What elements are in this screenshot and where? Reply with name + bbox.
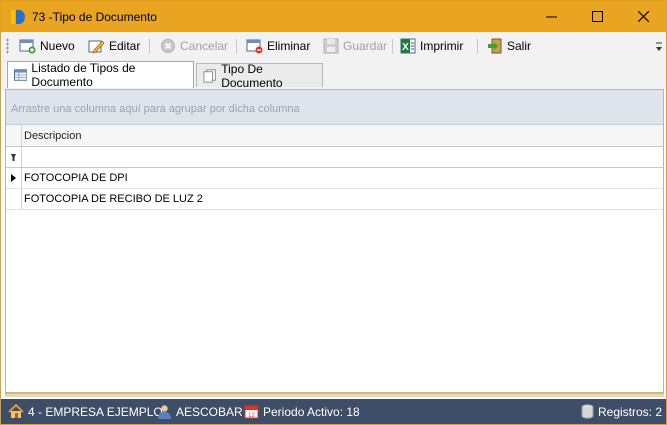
toolbar-grip[interactable] (6, 38, 9, 54)
cancel-button[interactable]: Cancelar (160, 36, 228, 56)
exit-button-label: Salir (507, 39, 532, 53)
toolbar-separator (149, 39, 150, 54)
group-by-hint: Arrastre una columna aquí para agrupar p… (11, 103, 300, 115)
table-row[interactable]: FOTOCOPIA DE DPI (6, 168, 663, 189)
toolbar: Nuevo Editar Cancelar Eliminar Guardar X… (1, 32, 666, 60)
row-indicator-cell (6, 168, 22, 188)
toolbar-overflow-icon[interactable] (655, 41, 663, 53)
app-logo-icon (9, 9, 25, 25)
tab-listado-label: Listado de Tipos de Documento (31, 61, 136, 89)
filter-input-descripcion[interactable] (23, 147, 663, 167)
header-indicator-cell (6, 125, 22, 146)
row-indicator-cell (6, 189, 22, 209)
user-icon (158, 405, 171, 419)
document-pages-icon (203, 68, 216, 83)
print-button[interactable]: X Imprimir (400, 36, 463, 56)
grid-list-icon (14, 69, 28, 81)
new-button-label: Nuevo (40, 39, 75, 53)
save-disk-icon (323, 38, 339, 54)
home-icon (8, 404, 24, 418)
title-bar[interactable]: 73 -Tipo de Documento (1, 1, 666, 32)
filter-pin-icon (11, 153, 16, 161)
edit-button[interactable]: Editar (88, 36, 140, 56)
content-bottom-border (5, 393, 664, 397)
group-by-panel[interactable]: Arrastre una columna aquí para agrupar p… (6, 90, 663, 125)
tab-tipo-documento-label: Tipo De Documento (221, 61, 283, 90)
status-period[interactable]: 12 Periodo Activo: 18 (244, 404, 360, 419)
minimize-icon (545, 16, 557, 18)
toolbar-separator (392, 39, 393, 54)
status-user[interactable]: AESCOBAR (157, 404, 243, 419)
status-user-text: AESCOBAR (176, 404, 243, 419)
maximize-button[interactable] (574, 1, 620, 32)
print-button-label: Imprimir (420, 39, 464, 53)
column-header-descripcion[interactable]: Descripcion (24, 130, 81, 142)
delete-button[interactable]: Eliminar (246, 36, 310, 56)
edit-pencil-icon (88, 40, 105, 54)
delete-record-icon (246, 39, 263, 54)
cancel-icon (161, 39, 175, 53)
edit-button-label: Editar (109, 39, 141, 53)
delete-button-label: Eliminar (267, 39, 311, 53)
exit-button[interactable]: Salir (487, 36, 531, 56)
window-title: 73 -Tipo de Documento (32, 10, 157, 24)
tab-listado[interactable]: Listado de Tipos de Documento (7, 61, 194, 89)
filter-indicator-cell (6, 147, 22, 167)
exit-door-icon (488, 38, 502, 54)
close-icon (637, 11, 649, 22)
excel-print-icon: X (400, 38, 416, 54)
status-period-text: Periodo Activo: 18 (263, 404, 360, 419)
svg-text:12: 12 (248, 413, 255, 419)
toolbar-separator (236, 39, 237, 54)
status-company-text: 4 - EMPRESA EJEMPLO (28, 404, 163, 419)
save-button[interactable]: Guardar (323, 36, 387, 56)
save-button-label: Guardar (343, 39, 388, 53)
svg-text:X: X (402, 42, 409, 53)
cancel-button-label: Cancelar (180, 39, 229, 53)
status-records-text: Registros: 2 (598, 404, 663, 419)
cell-descripcion[interactable]: FOTOCOPIA DE DPI (24, 172, 128, 184)
new-record-icon (19, 39, 36, 54)
status-records: Registros: 2 (581, 404, 662, 419)
toolbar-separator (477, 39, 478, 54)
tab-tipo-documento[interactable]: Tipo De Documento (196, 61, 323, 90)
status-company[interactable]: 4 - EMPRESA EJEMPLO (8, 404, 163, 419)
grid-header-row: Descripcion (6, 125, 663, 147)
database-icon (581, 404, 594, 419)
close-button[interactable] (620, 1, 666, 32)
current-row-arrow-icon (11, 174, 16, 182)
auto-filter-row (6, 147, 663, 168)
minimize-button[interactable] (528, 1, 574, 32)
calendar-icon: 12 (244, 405, 259, 419)
tab-strip: Listado de Tipos de Documento Tipo De Do… (1, 60, 666, 90)
status-bar: 4 - EMPRESA EJEMPLO AESCOBAR 12 Periodo … (1, 399, 666, 424)
new-button[interactable]: Nuevo (19, 36, 75, 56)
document-types-grid: Arrastre una columna aquí para agrupar p… (5, 89, 664, 393)
table-row[interactable]: FOTOCOPIA DE RECIBO DE LUZ 2 (6, 189, 663, 210)
cell-descripcion[interactable]: FOTOCOPIA DE RECIBO DE LUZ 2 (24, 193, 203, 205)
maximize-icon (591, 11, 603, 22)
application-window: 73 -Tipo de Documento Nuevo Editar Cance… (0, 0, 667, 425)
